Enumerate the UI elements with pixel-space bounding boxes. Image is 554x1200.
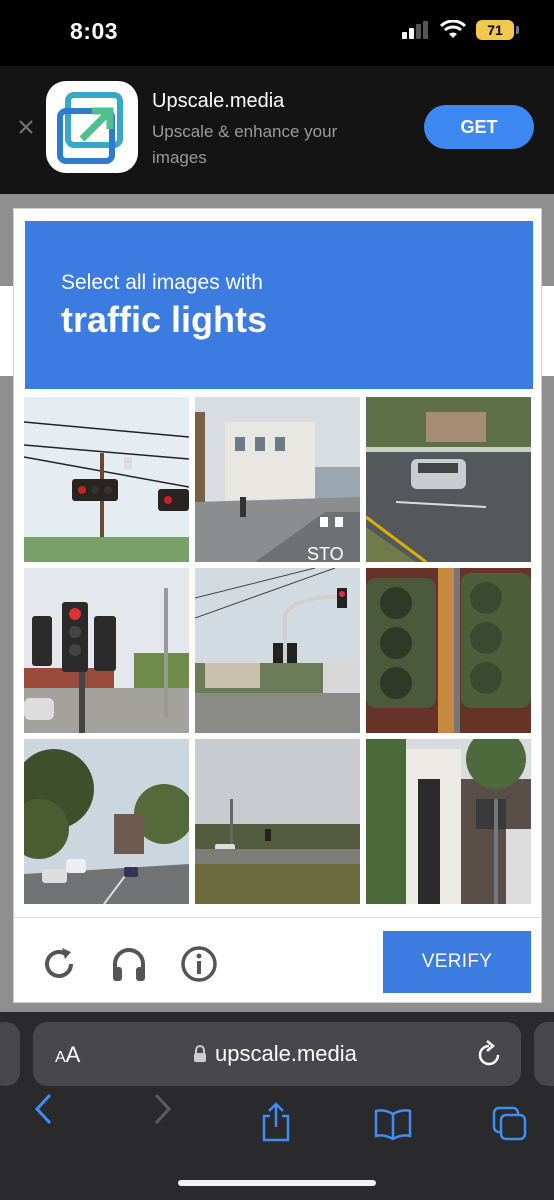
image-tile-2[interactable]: STO (195, 397, 360, 562)
captcha-challenge: Select all images with traffic lights ST… (13, 208, 542, 1003)
page-reload-icon[interactable] (476, 1040, 502, 1068)
clock: 8:03 (70, 18, 119, 44)
verify-button[interactable]: VERIFY (383, 931, 531, 993)
image-tile-7[interactable] (24, 739, 189, 904)
lock-icon (194, 1045, 206, 1062)
tabs-icon[interactable] (492, 1106, 528, 1142)
captcha-header: Select all images with traffic lights (25, 221, 533, 389)
get-app-button[interactable]: GET (424, 105, 534, 149)
image-tile-3[interactable] (366, 397, 531, 562)
bookmarks-icon[interactable] (374, 1108, 412, 1140)
url-text: upscale.media (215, 1041, 357, 1066)
close-icon[interactable] (18, 119, 34, 135)
address-bar[interactable]: AA upscale.media (33, 1022, 521, 1086)
headphones-icon[interactable] (110, 945, 148, 983)
info-icon[interactable] (180, 945, 218, 983)
app-icon[interactable] (46, 81, 138, 173)
wifi-icon (440, 20, 466, 38)
captcha-instruction: Select all images with (61, 271, 263, 294)
image-tile-4[interactable] (24, 568, 189, 733)
reload-icon[interactable] (40, 945, 78, 983)
captcha-target: traffic lights (61, 299, 268, 340)
app-name: Upscale.media (152, 90, 285, 112)
url-display[interactable]: upscale.media (193, 1041, 357, 1067)
share-icon[interactable] (260, 1102, 292, 1142)
battery-indicator: 71 (476, 20, 519, 40)
previous-tab-peek[interactable] (0, 1022, 20, 1086)
next-tab-peek[interactable] (534, 1022, 554, 1086)
app-description: Upscale & enhance your images (152, 122, 338, 167)
status-icons: 71 (402, 20, 519, 40)
image-tile-8[interactable] (195, 739, 360, 904)
captcha-footer-divider (14, 917, 541, 918)
cellular-signal-icon (402, 21, 428, 39)
image-grid: STO (24, 397, 532, 907)
back-icon[interactable] (32, 1092, 56, 1126)
image-tile-5[interactable] (195, 568, 360, 733)
image-tile-9[interactable] (366, 739, 531, 904)
status-bar: 8:03 71 (0, 0, 554, 66)
image-tile-1[interactable] (24, 397, 189, 562)
image-tile-6[interactable] (366, 568, 531, 733)
home-indicator (178, 1180, 376, 1186)
text-size-button[interactable]: AA (55, 1042, 80, 1068)
svg-text:STO: STO (307, 544, 344, 562)
forward-icon[interactable] (150, 1092, 174, 1126)
